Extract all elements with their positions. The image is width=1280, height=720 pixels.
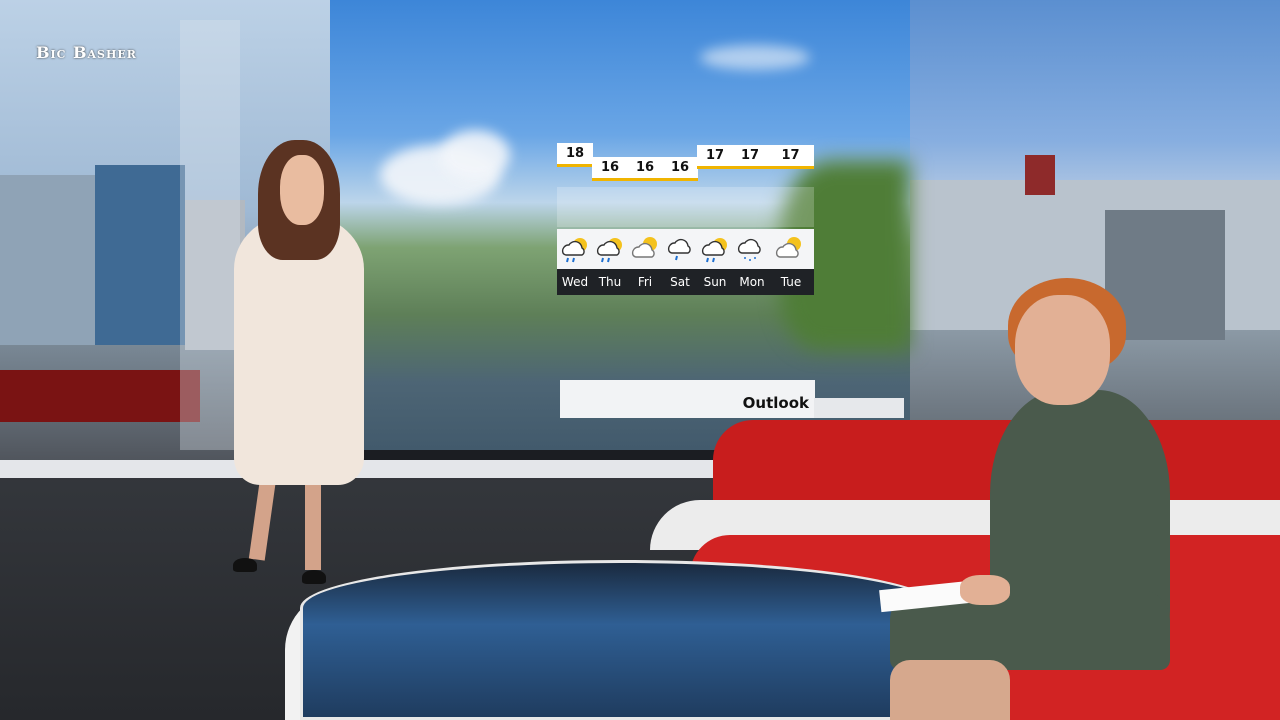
presenter-shoe: [233, 558, 257, 572]
sunny-intervals-icon: [775, 237, 801, 258]
sunny-intervals-icon: [631, 237, 657, 258]
temp-fri: 16: [627, 157, 663, 181]
day-fri: Fri: [637, 275, 653, 289]
day-sat: Sat: [670, 275, 690, 289]
day-label-row: Wed Thu Fri Sat Sun Mon Tue: [557, 269, 814, 295]
drizzle-icon: [737, 238, 761, 261]
forecast-graphic: 18 16 16 16 17 17 17 Wed Thu Fri Sat Sun…: [557, 143, 814, 295]
cloud: [700, 45, 810, 70]
day-wed: Wed: [561, 275, 589, 289]
glass-pillar: [180, 20, 240, 450]
temp-tue: 17: [767, 145, 814, 169]
building: [95, 165, 185, 345]
forecast-translucent-panel: [557, 187, 814, 227]
presenter-shoe: [302, 570, 326, 584]
temp-sun: 17: [697, 145, 733, 169]
outlook-bar: Outlook: [560, 380, 815, 418]
day-thu: Thu: [598, 275, 622, 289]
weather-icon-row: [557, 229, 814, 269]
building: [1025, 155, 1055, 195]
sunny-intervals-rain-icon: [596, 238, 622, 263]
outlook-bar-tail: [814, 398, 904, 418]
sunny-intervals-rain-icon: [561, 238, 587, 263]
anchor-face: [1015, 295, 1110, 405]
light-rain-icon: [667, 238, 691, 261]
presenter-leg: [305, 470, 321, 570]
red-wall-strip: [0, 370, 200, 422]
sunny-intervals-rain-icon: [701, 238, 727, 263]
anchor-legs: [890, 660, 1010, 720]
temp-thu: 16: [592, 157, 628, 181]
temp-wed: 18: [557, 143, 593, 167]
presenter-face: [280, 155, 324, 225]
day-sun: Sun: [703, 275, 727, 289]
cloud: [440, 130, 510, 180]
glass-desk-top: [300, 560, 940, 720]
day-tue: Tue: [780, 275, 802, 289]
temp-mon: 17: [732, 145, 768, 169]
outlook-label: Outlook: [742, 394, 809, 412]
temperature-row: 18 16 16 16 17 17 17: [557, 143, 814, 183]
weather-studio-scene: Bic Basher 18 16 16 16 17 17 17 Wed Thu …: [0, 0, 1280, 720]
building: [0, 175, 95, 345]
anchor-hand: [960, 575, 1010, 605]
watermark: Bic Basher: [36, 43, 137, 62]
temp-sat: 16: [662, 157, 698, 181]
day-mon: Mon: [739, 275, 765, 289]
